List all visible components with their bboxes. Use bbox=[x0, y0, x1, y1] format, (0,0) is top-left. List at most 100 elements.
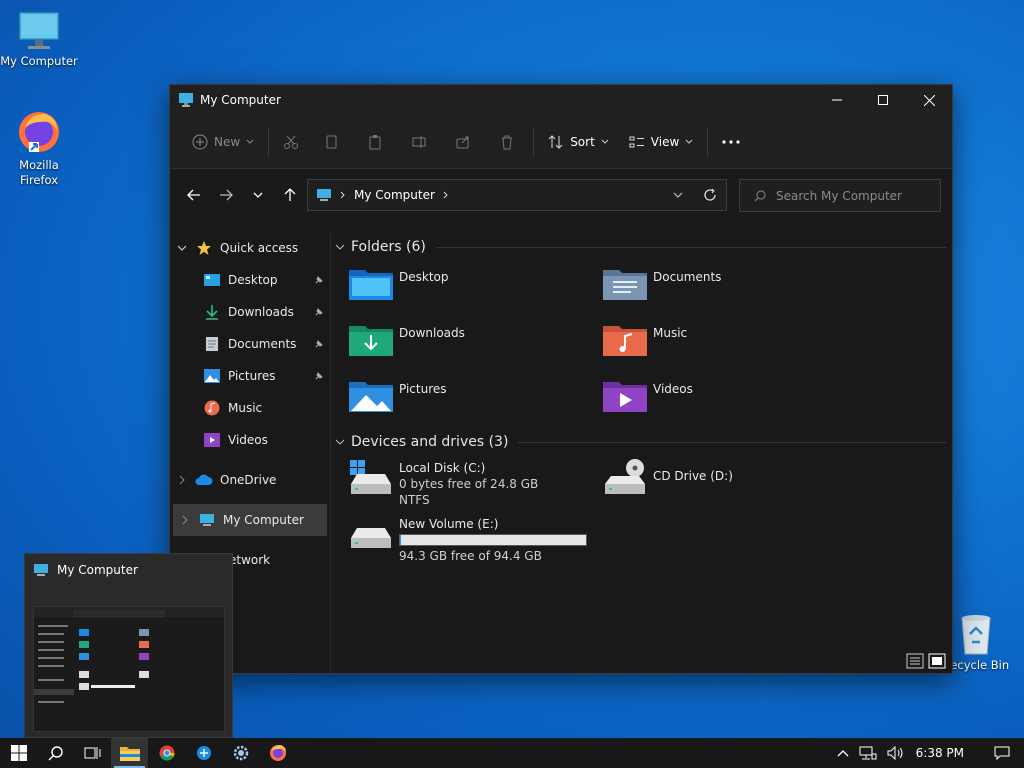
chrome-icon bbox=[159, 745, 175, 761]
content-pane: Folders (6) Desktop Documents Downloads … bbox=[335, 230, 952, 673]
taskbar-firefox[interactable] bbox=[259, 738, 296, 768]
chevron-down-icon[interactable] bbox=[170, 245, 194, 251]
notification-icon bbox=[994, 746, 1010, 760]
chevron-right-icon[interactable] bbox=[170, 475, 194, 485]
notifications-button[interactable] bbox=[980, 746, 1024, 760]
search-icon bbox=[48, 746, 63, 761]
sidebar-item-pictures[interactable]: Pictures bbox=[170, 360, 330, 392]
back-button[interactable] bbox=[178, 179, 210, 211]
minimize-button[interactable] bbox=[814, 85, 860, 115]
taskbar-settings[interactable] bbox=[222, 738, 259, 768]
sidebar-item-desktop[interactable]: Desktop bbox=[170, 264, 330, 296]
sidebar-item-music[interactable]: Music bbox=[170, 392, 330, 424]
share-button[interactable] bbox=[441, 125, 485, 159]
sidebar-item-quick-access[interactable]: Quick access bbox=[170, 232, 330, 264]
monitor-icon bbox=[34, 564, 48, 576]
taskbar-clock[interactable]: 6:38 PM bbox=[910, 746, 980, 760]
folder-tile-documents[interactable]: Documents bbox=[603, 266, 721, 300]
sidebar-item-documents[interactable]: Documents bbox=[170, 328, 330, 360]
drive-tile-c[interactable]: Local Disk (C:) 0 bytes free of 24.8 GB … bbox=[349, 458, 538, 508]
folder-tile-music[interactable]: Music bbox=[603, 322, 687, 356]
folder-tile-desktop[interactable]: Desktop bbox=[349, 266, 449, 300]
new-label: New bbox=[214, 134, 241, 149]
sidebar-item-label: Music bbox=[228, 401, 263, 415]
sidebar-item-label: My Computer bbox=[223, 513, 304, 527]
music-icon bbox=[202, 398, 222, 418]
taskbar-chrome[interactable] bbox=[148, 738, 185, 768]
desktop-folder-icon bbox=[349, 270, 393, 300]
refresh-button[interactable] bbox=[694, 179, 726, 211]
pane-divider[interactable] bbox=[330, 230, 331, 673]
folder-label: Downloads bbox=[399, 326, 465, 340]
sidebar-item-videos[interactable]: Videos bbox=[170, 424, 330, 456]
separator bbox=[268, 127, 270, 156]
maximize-button[interactable] bbox=[860, 85, 906, 115]
show-hidden-icons-button[interactable] bbox=[832, 749, 854, 757]
up-button[interactable] bbox=[274, 179, 306, 211]
sidebar-item-onedrive[interactable]: OneDrive bbox=[170, 464, 330, 496]
view-button[interactable]: View bbox=[619, 125, 703, 159]
new-button[interactable]: New bbox=[182, 125, 264, 159]
cut-button[interactable] bbox=[273, 125, 309, 159]
start-button[interactable] bbox=[0, 738, 37, 768]
address-bar[interactable]: My Computer bbox=[307, 179, 727, 211]
copy-button[interactable] bbox=[309, 125, 353, 159]
folder-icon bbox=[119, 747, 140, 761]
window-title: My Computer bbox=[200, 93, 281, 107]
copy-icon bbox=[326, 135, 337, 148]
search-box[interactable]: Search My Computer bbox=[739, 179, 941, 212]
group-divider bbox=[435, 246, 946, 248]
desktop-icon-label: Mozilla Firefox bbox=[19, 158, 59, 187]
drive-free-space: 94.3 GB free of 94.4 GB bbox=[399, 549, 542, 563]
folder-tile-videos[interactable]: Videos bbox=[603, 378, 693, 412]
speaker-icon bbox=[887, 746, 903, 760]
group-title: Folders (6) bbox=[351, 239, 426, 255]
large-icons-view-icon[interactable] bbox=[928, 653, 946, 669]
documents-folder-icon bbox=[603, 270, 647, 300]
pin-icon bbox=[314, 338, 324, 352]
group-title: Devices and drives (3) bbox=[351, 434, 509, 450]
sidebar-item-downloads[interactable]: Downloads bbox=[170, 296, 330, 328]
chevron-down-icon bbox=[601, 139, 609, 144]
drives-group-header[interactable]: Devices and drives (3) bbox=[335, 429, 952, 455]
close-button[interactable] bbox=[906, 85, 952, 115]
folder-tile-downloads[interactable]: Downloads bbox=[349, 322, 465, 356]
desktop-icon-label: My Computer bbox=[0, 54, 78, 68]
chevron-right-icon[interactable] bbox=[173, 515, 197, 525]
drive-tile-e[interactable]: New Volume (E:) 94.3 GB free of 94.4 GB bbox=[349, 514, 587, 564]
details-view-icon[interactable] bbox=[906, 653, 924, 669]
sort-button[interactable]: Sort bbox=[538, 125, 619, 159]
recent-locations-button[interactable] bbox=[242, 179, 274, 211]
taskbar-network-app[interactable] bbox=[185, 738, 222, 768]
drive-tile-d[interactable]: CD Drive (D:) bbox=[603, 458, 733, 498]
sidebar-item-my-computer[interactable]: My Computer bbox=[173, 504, 327, 536]
desktop-icon-firefox[interactable]: Mozilla Firefox bbox=[0, 108, 78, 188]
minimize-icon bbox=[832, 99, 842, 101]
search-button[interactable] bbox=[37, 738, 74, 768]
desktop-icon-my-computer[interactable]: My Computer bbox=[0, 10, 78, 69]
folders-group-header[interactable]: Folders (6) bbox=[335, 234, 952, 260]
taskbar-thumbnail-preview[interactable]: My Computer bbox=[24, 553, 233, 738]
pictures-folder-icon bbox=[349, 382, 393, 412]
volume-button[interactable] bbox=[882, 746, 910, 760]
rename-button[interactable] bbox=[397, 125, 441, 159]
chevron-down-icon bbox=[673, 192, 683, 198]
task-view-button[interactable] bbox=[74, 738, 111, 768]
title-bar[interactable]: My Computer bbox=[170, 85, 952, 115]
forward-button[interactable] bbox=[210, 179, 242, 211]
sidebar-item-label: Documents bbox=[228, 337, 297, 351]
pin-icon bbox=[314, 370, 324, 384]
monitor-icon bbox=[197, 510, 217, 530]
folder-tile-pictures[interactable]: Pictures bbox=[349, 378, 447, 412]
sidebar-item-label: OneDrive bbox=[220, 473, 277, 487]
taskbar-file-explorer[interactable] bbox=[111, 738, 148, 768]
breadcrumb-my-computer[interactable]: My Computer bbox=[354, 188, 435, 202]
network-status-button[interactable] bbox=[854, 746, 882, 760]
address-history-button[interactable] bbox=[662, 179, 694, 211]
more-options-button[interactable] bbox=[712, 125, 750, 159]
paste-button[interactable] bbox=[353, 125, 397, 159]
clipboard-icon bbox=[369, 134, 381, 149]
delete-button[interactable] bbox=[485, 125, 529, 159]
task-view-icon bbox=[84, 747, 100, 759]
network-app-icon bbox=[196, 746, 211, 760]
